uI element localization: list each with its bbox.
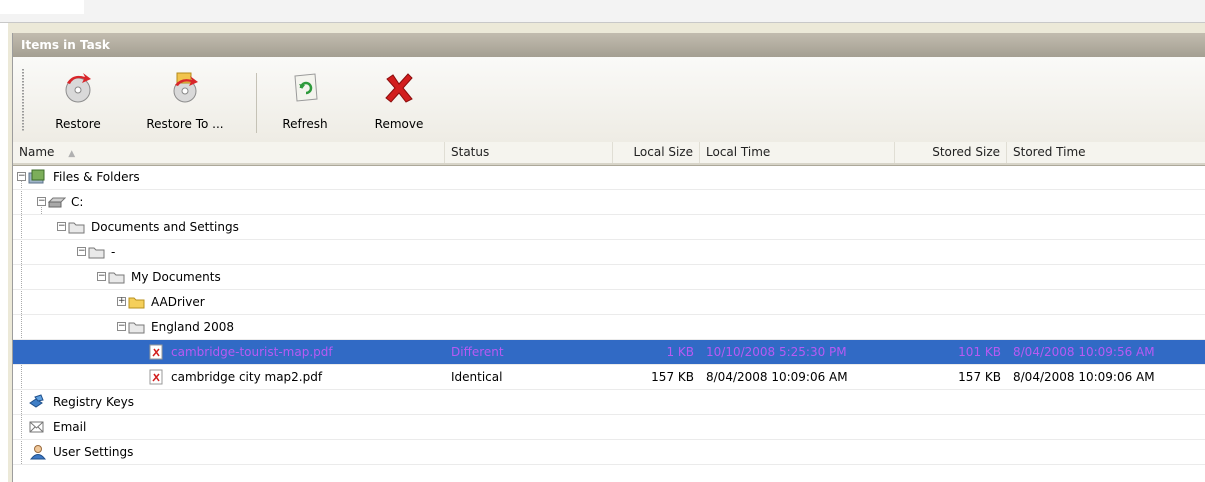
tree-row-files-folders[interactable]: − Files & Folders <box>13 165 1205 190</box>
folder-open-icon <box>88 247 105 259</box>
remove-button[interactable]: Remove <box>369 71 429 131</box>
restore-to-label: Restore To ... <box>146 117 224 131</box>
england-2008-label: England 2008 <box>151 320 235 334</box>
column-status-header[interactable]: Status <box>445 142 613 163</box>
panel-title: Items in Task <box>13 33 1205 57</box>
tree-row-email[interactable]: Email <box>13 415 1205 440</box>
user-settings-icon <box>29 445 46 460</box>
tree-row-registry-keys[interactable]: Registry Keys <box>13 390 1205 415</box>
window-tab[interactable] <box>0 0 84 14</box>
restore-button[interactable]: Restore <box>43 71 113 131</box>
my-documents-label: My Documents <box>131 270 221 284</box>
documents-settings-label: Documents and Settings <box>91 220 239 234</box>
email-label: Email <box>53 420 87 434</box>
file-local-time: 10/10/2008 5:25:30 PM <box>706 345 847 359</box>
file-stored-time: 8/04/2008 10:09:56 AM <box>1013 345 1155 359</box>
items-in-task-panel: Items in Task Restore Restore To ... Ref… <box>12 33 1205 482</box>
collapse-toggle[interactable]: − <box>17 172 26 181</box>
sort-ascending-icon: ▲ <box>68 149 76 159</box>
expand-toggle[interactable]: + <box>117 297 126 306</box>
column-stored-size-header[interactable]: Stored Size <box>895 142 1007 163</box>
refresh-label: Refresh <box>282 117 328 131</box>
file-status: Identical <box>451 370 503 384</box>
restore-icon <box>65 73 91 103</box>
folder-open-icon <box>128 322 145 334</box>
grid-header: Name ▲ Status Local Size Local Time Stor… <box>13 142 1205 165</box>
remove-label: Remove <box>374 117 424 131</box>
user-folder-label: - <box>111 245 116 259</box>
tree-row-aadriver[interactable]: + AADriver <box>13 290 1205 315</box>
tree-row-user-settings[interactable]: User Settings <box>13 440 1205 465</box>
column-name-label: Name <box>19 145 55 159</box>
column-local-size-header[interactable]: Local Size <box>613 142 700 163</box>
files-folders-icon <box>28 169 45 184</box>
collapse-toggle[interactable]: − <box>97 272 106 281</box>
restore-to-button[interactable]: Restore To ... <box>141 71 229 131</box>
folder-open-icon <box>108 272 125 284</box>
files-folders-label: Files & Folders <box>53 170 140 184</box>
collapse-toggle[interactable]: − <box>37 197 46 206</box>
tree-row-my-documents[interactable]: − My Documents <box>13 265 1205 290</box>
remove-icon <box>385 73 413 103</box>
table-row-selected[interactable]: cambridge-tourist-map.pdf Different 1 KB… <box>13 340 1205 365</box>
folder-open-icon <box>68 222 85 234</box>
collapse-toggle[interactable]: − <box>77 247 86 256</box>
restore-to-icon <box>173 72 198 103</box>
column-local-time-header[interactable]: Local Time <box>700 142 895 163</box>
column-stored-time-header[interactable]: Stored Time <box>1007 142 1205 163</box>
aadriver-label: AADriver <box>151 295 205 309</box>
drive-icon <box>48 197 66 208</box>
file-name: cambridge city map2.pdf <box>171 370 323 384</box>
tree-row-user-folder[interactable]: − - <box>13 240 1205 265</box>
email-icon <box>29 421 44 433</box>
column-name-header[interactable]: Name ▲ <box>13 142 445 163</box>
registry-icon <box>29 394 44 408</box>
window-top-strip <box>0 0 1205 23</box>
file-status: Different <box>451 345 504 359</box>
tree-row-drive-c[interactable]: − C: <box>13 190 1205 215</box>
pdf-file-icon <box>149 344 163 360</box>
drive-c-label: C: <box>71 195 84 209</box>
toolbar-grip[interactable] <box>22 69 24 131</box>
file-local-size: 1 KB <box>666 345 694 359</box>
collapse-toggle[interactable]: − <box>117 322 126 331</box>
file-stored-size: 101 KB <box>958 345 1001 359</box>
refresh-button[interactable]: Refresh <box>275 71 335 131</box>
user-settings-label: User Settings <box>53 445 134 459</box>
restore-label: Restore <box>55 117 101 131</box>
tree-row-england-2008[interactable]: − England 2008 <box>13 315 1205 340</box>
table-row[interactable]: cambridge city map2.pdf Identical 157 KB… <box>13 365 1205 390</box>
file-stored-time: 8/04/2008 10:09:06 AM <box>1013 370 1155 384</box>
collapse-toggle[interactable]: − <box>57 222 66 231</box>
pdf-file-icon <box>149 369 163 385</box>
folder-icon <box>128 297 145 309</box>
registry-keys-label: Registry Keys <box>53 395 134 409</box>
file-local-size: 157 KB <box>651 370 694 384</box>
file-name: cambridge-tourist-map.pdf <box>171 345 333 359</box>
toolbar-separator <box>256 73 257 133</box>
file-stored-size: 157 KB <box>958 370 1001 384</box>
file-local-time: 8/04/2008 10:09:06 AM <box>706 370 848 384</box>
tree-row-documents-settings[interactable]: − Documents and Settings <box>13 215 1205 240</box>
refresh-icon <box>294 73 318 102</box>
